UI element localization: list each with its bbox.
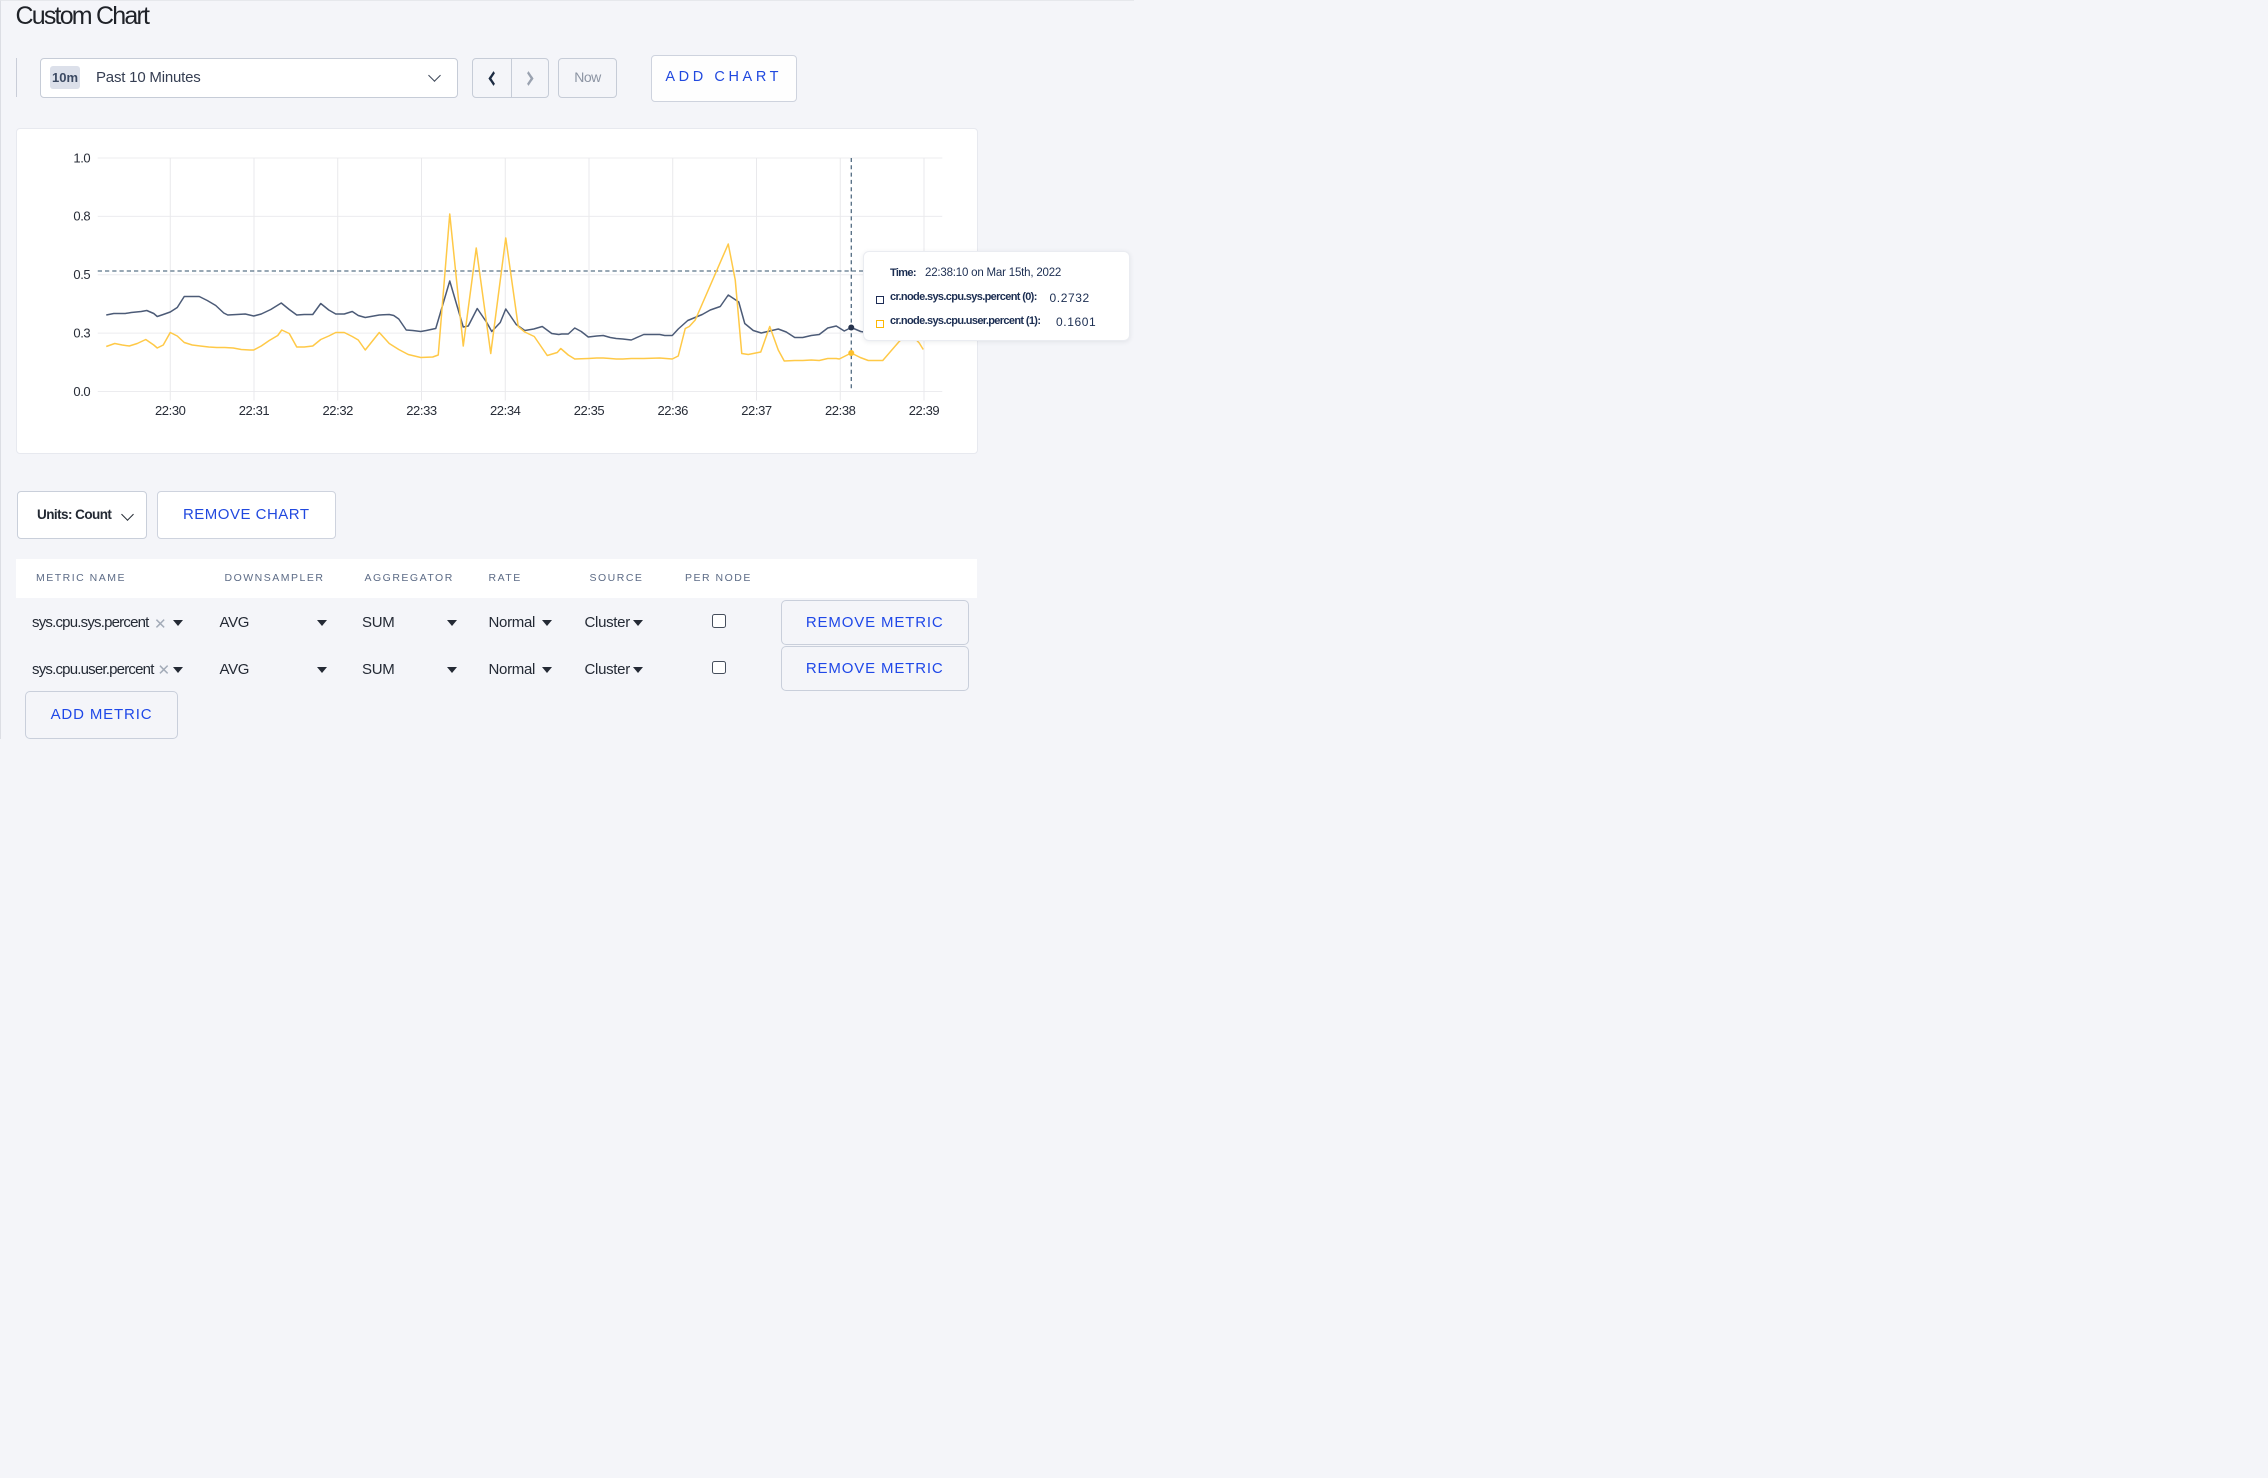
svg-text:22:32: 22:32 (322, 403, 353, 418)
svg-text:0.0: 0.0 (73, 384, 90, 399)
svg-text:0.3: 0.3 (73, 325, 90, 340)
svg-text:22:38: 22:38 (825, 403, 856, 418)
svg-text:22:30: 22:30 (155, 403, 186, 418)
svg-text:22:34: 22:34 (490, 403, 521, 418)
svg-text:0.8: 0.8 (73, 209, 90, 224)
svg-text:1.0: 1.0 (73, 150, 90, 165)
svg-text:22:35: 22:35 (574, 403, 605, 418)
svg-text:0.5: 0.5 (73, 267, 90, 282)
svg-text:22:33: 22:33 (406, 403, 437, 418)
svg-text:22:36: 22:36 (657, 403, 688, 418)
svg-text:22:39: 22:39 (909, 403, 940, 418)
svg-text:22:37: 22:37 (741, 403, 772, 418)
svg-text:22:31: 22:31 (239, 403, 270, 418)
